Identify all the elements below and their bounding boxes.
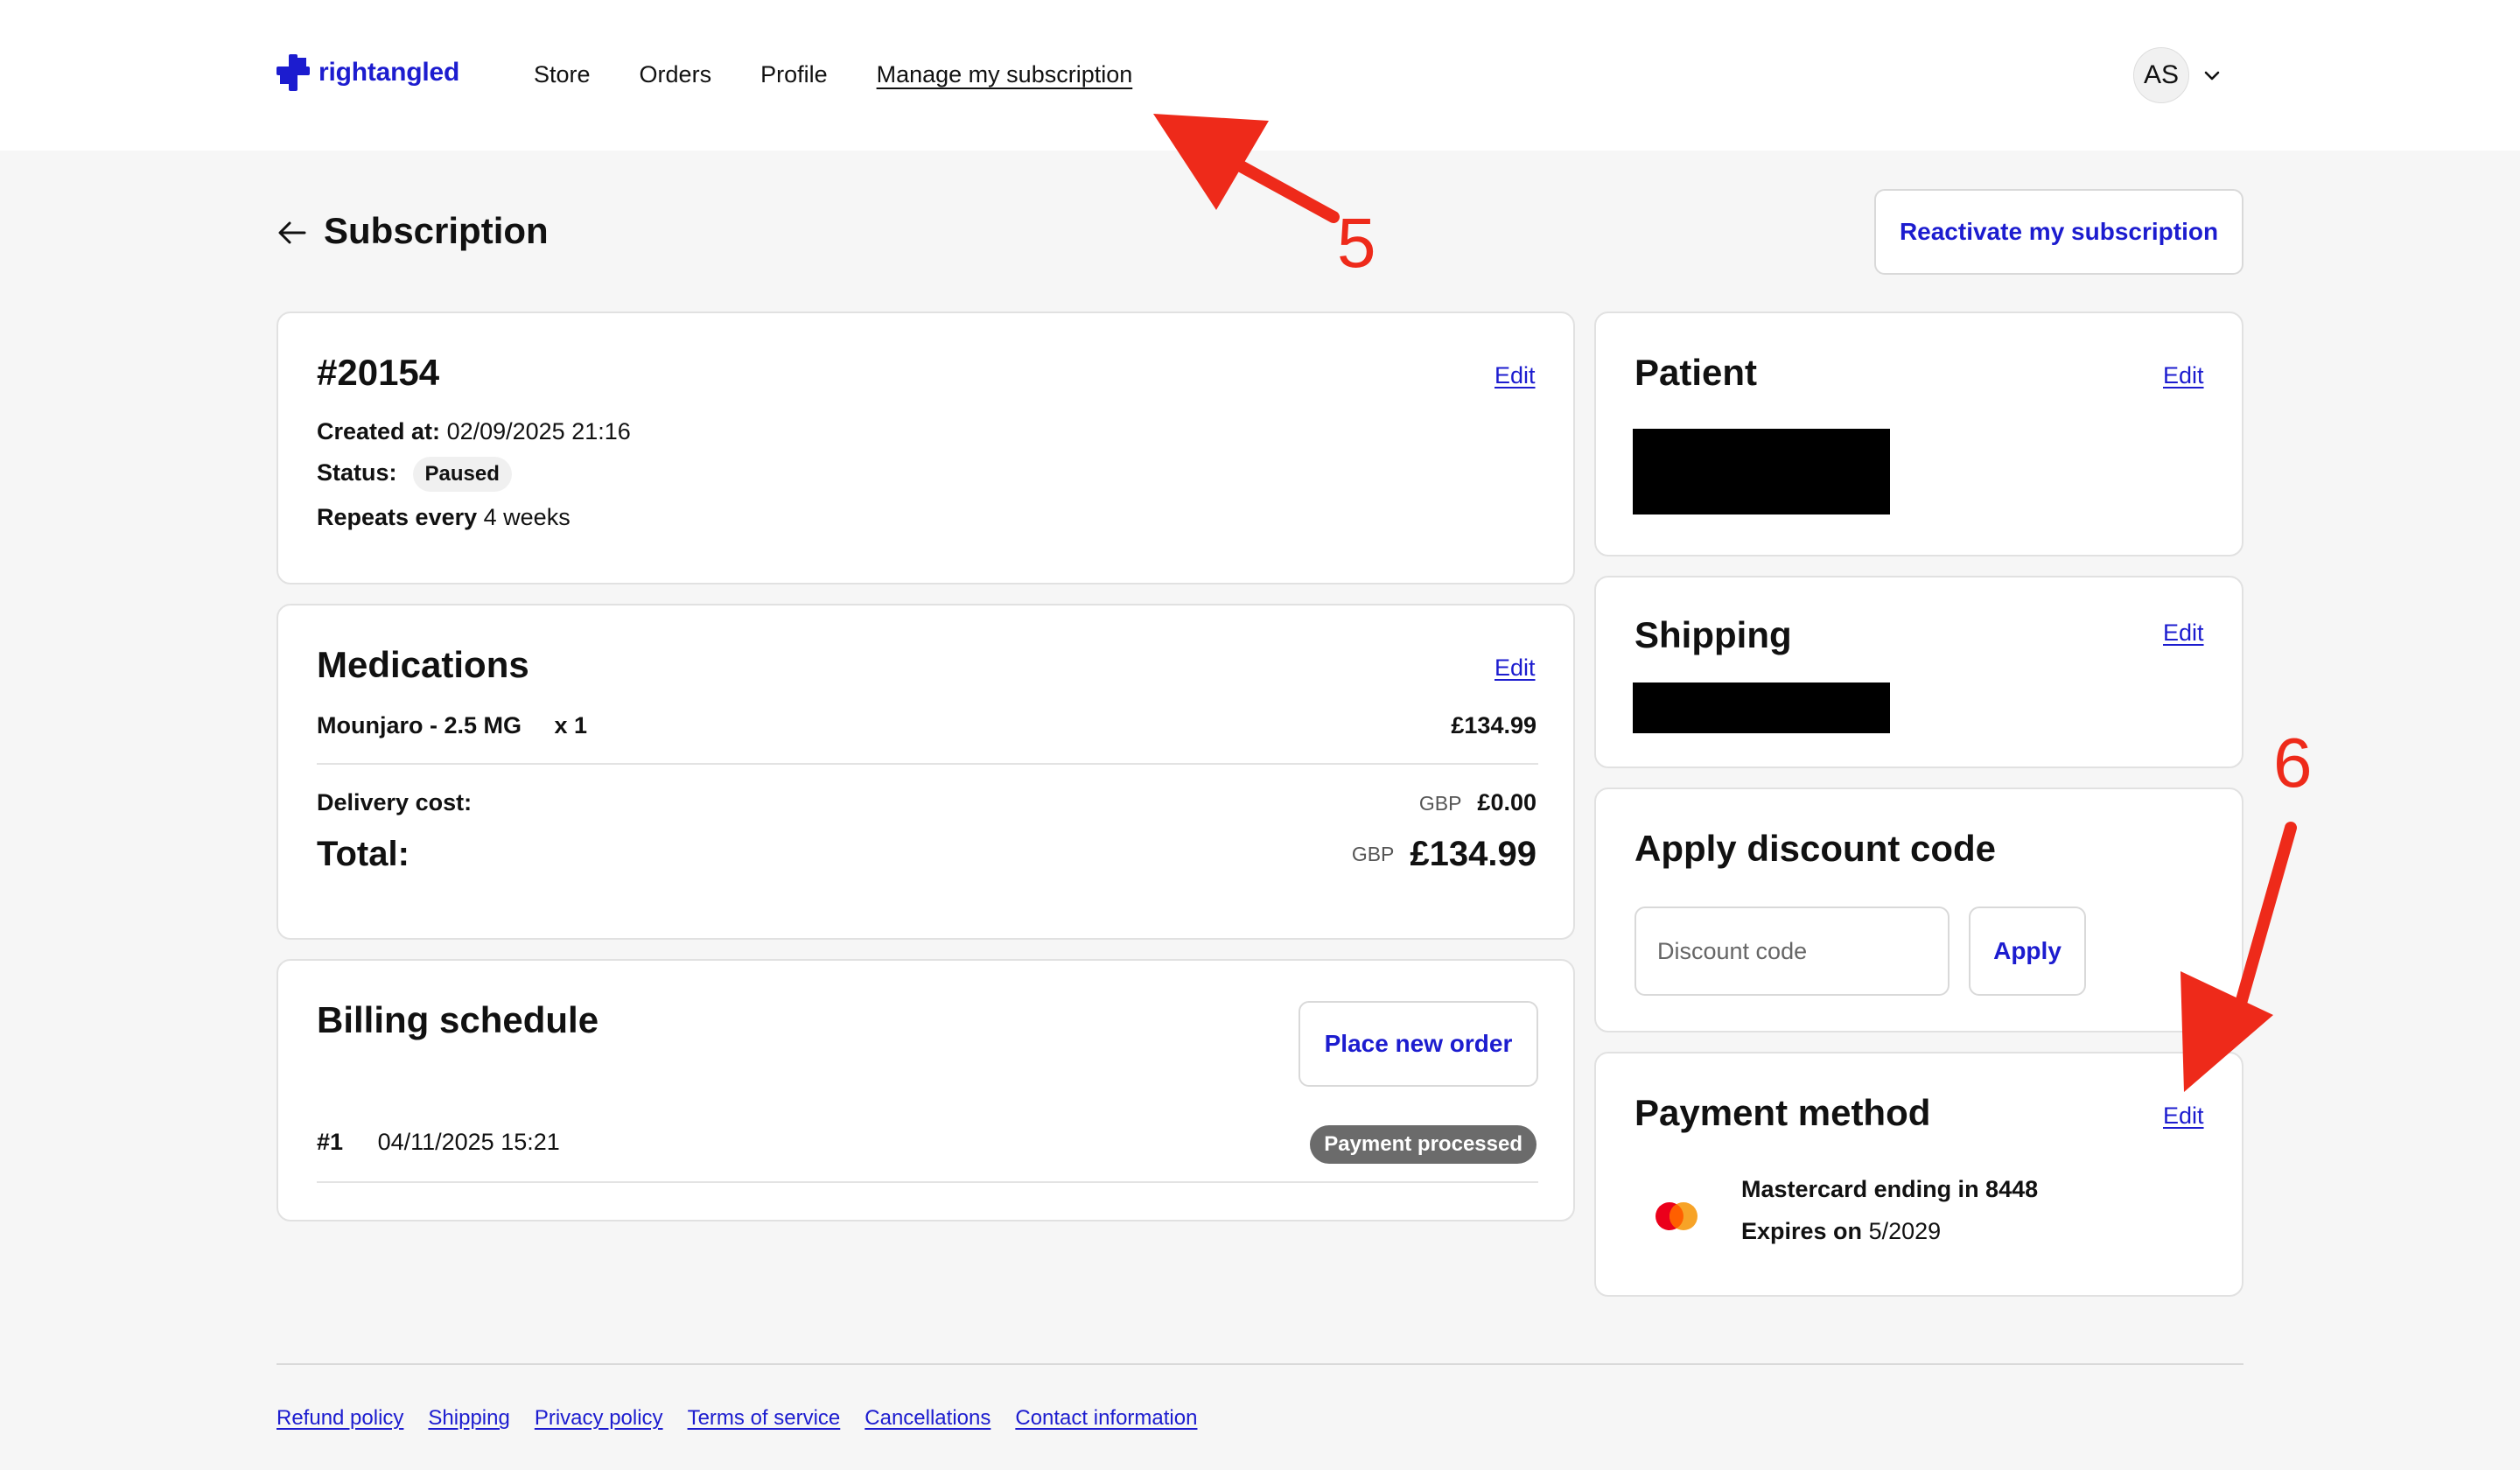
total-currency: GBP	[1351, 843, 1395, 865]
delivery-cost: GBP £0.00	[1419, 789, 1536, 816]
footer-link-shipping[interactable]: Shipping	[428, 1406, 509, 1431]
footer-link-privacy-policy[interactable]: Privacy policy	[535, 1406, 663, 1431]
edit-payment-link[interactable]: Edit	[2163, 1102, 2204, 1130]
brand-name: rightangled	[318, 58, 460, 87]
edit-patient-link[interactable]: Edit	[2163, 362, 2204, 389]
apply-discount-button[interactable]: Apply	[1969, 906, 2086, 996]
repeats-row: Repeats every 4 weeks	[317, 504, 570, 531]
back-arrow-icon[interactable]	[276, 217, 308, 248]
status-row: Status: Paused	[317, 457, 512, 492]
footer-link-refund-policy[interactable]: Refund policy	[276, 1406, 403, 1431]
shipping-title: Shipping	[1634, 614, 1792, 655]
delivery-value: £0.00	[1477, 789, 1536, 816]
total-label: Total:	[317, 835, 410, 873]
repeats-label: Repeats every	[317, 504, 478, 530]
billing-divider	[317, 1181, 1538, 1183]
payment-method-card: Payment method Edit Mastercard ending in…	[1594, 1052, 2244, 1297]
delivery-currency: GBP	[1418, 792, 1462, 815]
payment-processed-badge: Payment processed	[1310, 1125, 1536, 1164]
medication-name: Mounjaro - 2.5 MG	[317, 712, 522, 738]
footer-link-contact-information[interactable]: Contact information	[1015, 1406, 1197, 1431]
created-at-row: Created at: 02/09/2025 21:16	[317, 418, 631, 445]
main-nav: Store Orders Profile Manage my subscript…	[534, 61, 1132, 88]
annotation-label-5: 5	[1337, 204, 1376, 282]
shipping-card: Shipping Edit	[1594, 576, 2244, 768]
billing-row-date: 04/11/2025 15:21	[377, 1129, 560, 1155]
delivery-label: Delivery cost:	[317, 789, 472, 816]
discount-card: Apply discount code Discount code Apply	[1594, 788, 2244, 1032]
footer-divider	[276, 1363, 2244, 1365]
edit-subscription-link[interactable]: Edit	[1494, 362, 1536, 389]
footer-link-terms-of-service[interactable]: Terms of service	[688, 1406, 841, 1431]
medications-divider	[317, 763, 1538, 765]
created-at-label: Created at:	[317, 418, 441, 444]
medications-card: Medications Edit Mounjaro - 2.5 MG x 1 £…	[276, 604, 1575, 940]
reactivate-subscription-button[interactable]: Reactivate my subscription	[1874, 189, 2244, 275]
expires-label: Expires on	[1741, 1218, 1863, 1244]
medications-title: Medications	[317, 644, 529, 685]
footer-links: Refund policy Shipping Privacy policy Te…	[276, 1406, 1197, 1431]
brand-logo[interactable]: rightangled	[276, 54, 459, 91]
billing-row: #1 04/11/2025 15:21	[317, 1129, 560, 1156]
subscription-number: #20154	[317, 352, 440, 393]
edit-medications-link[interactable]: Edit	[1494, 654, 1536, 682]
footer-link-cancellations[interactable]: Cancellations	[864, 1406, 990, 1431]
edit-shipping-link[interactable]: Edit	[2163, 620, 2204, 647]
medication-qty: x 1	[554, 712, 588, 738]
user-avatar[interactable]: AS	[2133, 47, 2189, 103]
expires-value: 5/2029	[1868, 1218, 1942, 1244]
card-description: Mastercard ending in 8448	[1741, 1176, 2039, 1202]
billing-row-index: #1	[317, 1129, 344, 1155]
annotation-label-6: 6	[2273, 724, 2313, 802]
nav-item-manage-subscription[interactable]: Manage my subscription	[877, 61, 1133, 88]
status-label: Status:	[317, 459, 397, 486]
payment-title: Payment method	[1634, 1092, 1931, 1133]
medication-item: Mounjaro - 2.5 MG x 1	[317, 712, 587, 739]
discount-title: Apply discount code	[1634, 828, 1997, 869]
subscription-card: #20154 Edit Created at: 02/09/2025 21:16…	[276, 312, 1575, 584]
billing-title: Billing schedule	[317, 999, 599, 1040]
place-new-order-button[interactable]: Place new order	[1298, 1001, 1538, 1087]
total-value: £134.99	[1410, 835, 1536, 873]
medication-price: £134.99	[1451, 712, 1536, 738]
top-header: rightangled Store Orders Profile Manage …	[0, 0, 2520, 150]
patient-title: Patient	[1634, 352, 1758, 393]
mastercard-icon	[1656, 1202, 1698, 1230]
status-badge: Paused	[412, 457, 512, 492]
created-at-value: 02/09/2025 21:16	[446, 418, 631, 444]
redacted-patient-info	[1633, 429, 1890, 514]
nav-item-orders[interactable]: Orders	[640, 61, 712, 88]
nav-item-profile[interactable]: Profile	[760, 61, 828, 88]
repeats-value: 4 weeks	[483, 504, 570, 530]
billing-schedule-card: Billing schedule Place new order #1 04/1…	[276, 959, 1575, 1222]
patient-card: Patient Edit	[1594, 312, 2244, 556]
chevron-down-icon[interactable]	[2202, 65, 2222, 86]
card-expiry: Expires on 5/2029	[1741, 1218, 1941, 1245]
rightangled-logo-icon	[276, 54, 310, 91]
total-amount: GBP £134.99	[1352, 835, 1536, 874]
nav-item-store[interactable]: Store	[534, 61, 591, 88]
redacted-shipping-info	[1633, 682, 1890, 733]
page-title: Subscription	[324, 210, 549, 251]
discount-code-input[interactable]: Discount code	[1634, 906, 1950, 996]
